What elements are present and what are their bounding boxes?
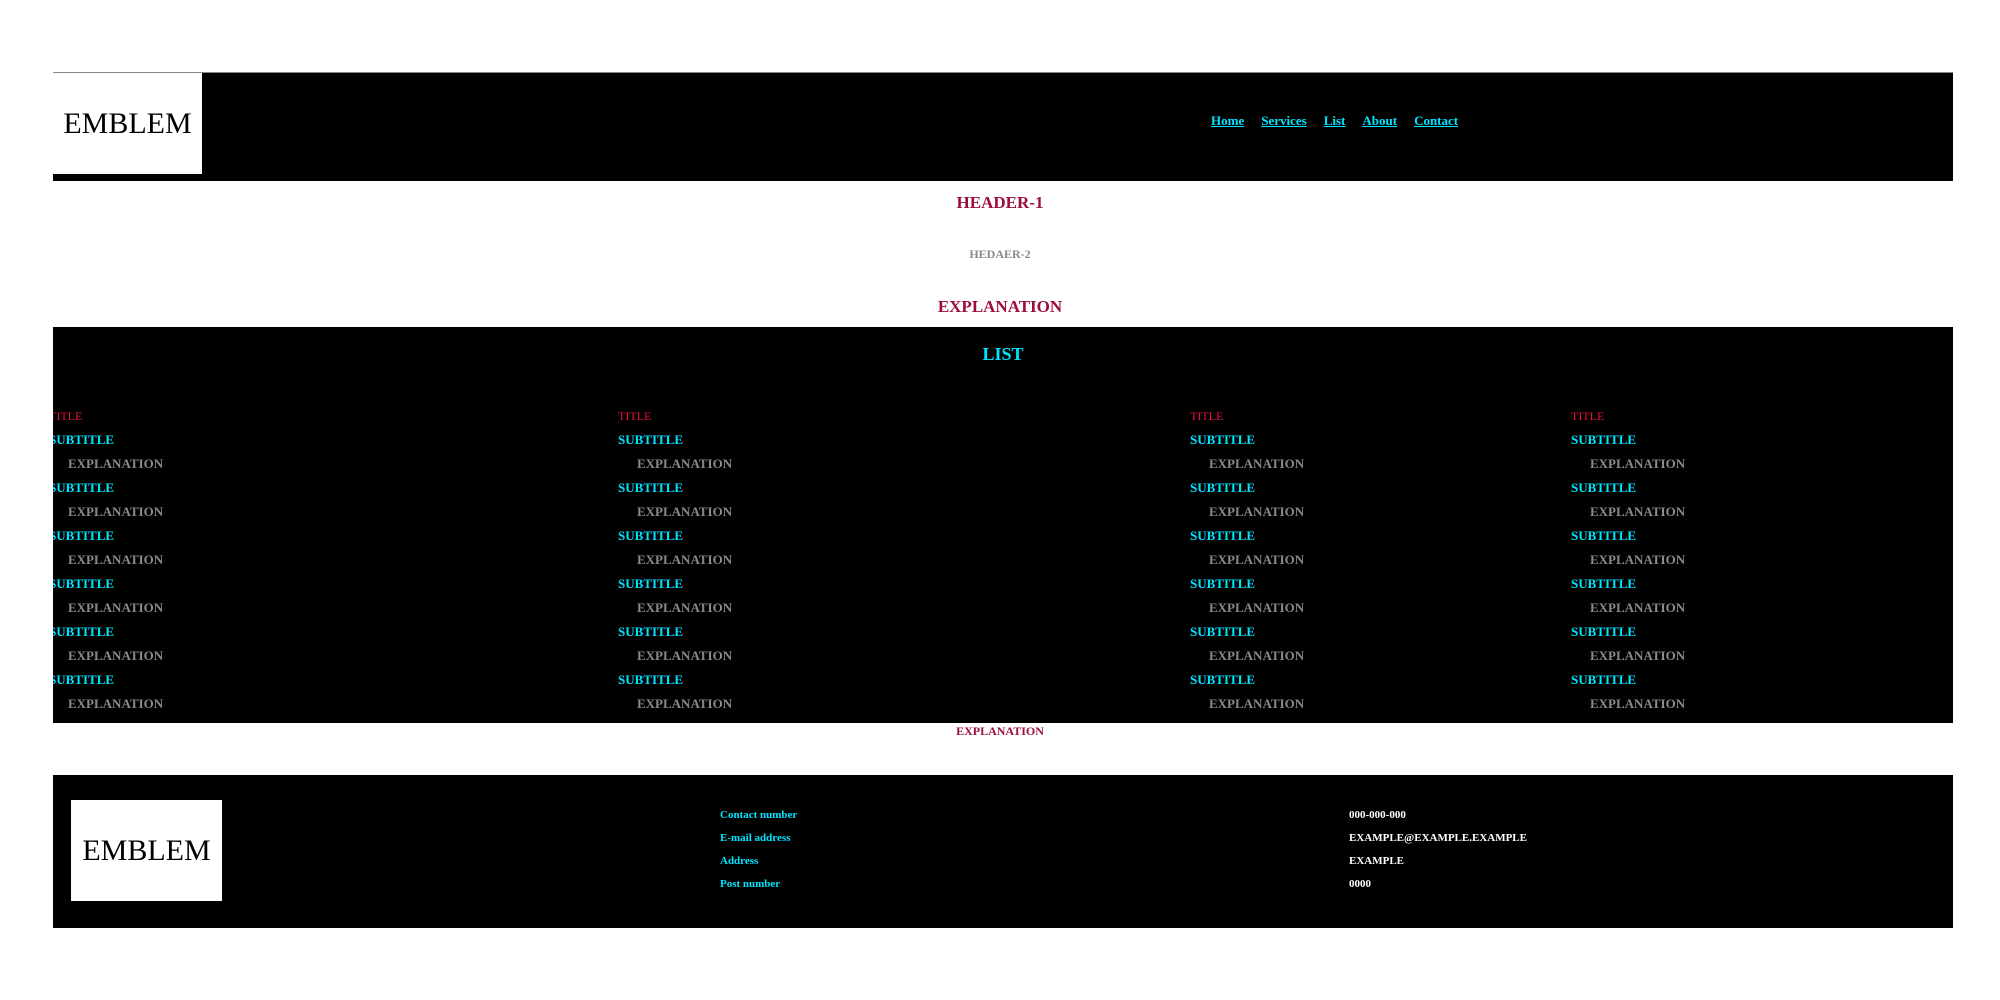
list-column-title: TITLE bbox=[1571, 409, 1605, 423]
list-column: TITLE SUBTITLE EXPLANATION SUBTITLE EXPLANAT… bbox=[618, 409, 732, 721]
list-item-explanation: EXPLANATION bbox=[68, 552, 164, 567]
list-item-subtitle: SUBTITLE bbox=[1571, 672, 1637, 687]
header-2: HEDAER-2 bbox=[969, 247, 1031, 261]
list-item-explanation: EXPLANATION bbox=[637, 456, 733, 471]
list-heading: LIST bbox=[982, 344, 1024, 364]
list-item-subtitle: SUBTITLE bbox=[618, 624, 684, 639]
list-item-subtitle: SUBTITLE bbox=[618, 432, 684, 447]
list-column-title: TITLE bbox=[1190, 409, 1224, 423]
list-item-subtitle: SUBTITLE bbox=[53, 432, 115, 447]
list-item-explanation: EXPLANATION bbox=[637, 504, 733, 519]
list-item-explanation: EXPLANATION bbox=[68, 696, 164, 711]
top-header: EMBLEM Home Services List About Contact bbox=[53, 72, 1953, 181]
list-item-explanation: EXPLANATION bbox=[637, 696, 733, 711]
list-item-explanation: EXPLANATION bbox=[1209, 696, 1305, 711]
list-item-subtitle: SUBTITLE bbox=[53, 480, 115, 495]
list-item-subtitle: SUBTITLE bbox=[618, 480, 684, 495]
footer-contact-values: 000-000-000 EXAMPLE@EXAMPLE.EXAMPLE EXAM… bbox=[1349, 809, 1527, 901]
list-item-subtitle: SUBTITLE bbox=[1190, 480, 1256, 495]
nav-link-contact[interactable]: Contact bbox=[1414, 113, 1458, 129]
list-item-subtitle: SUBTITLE bbox=[1571, 432, 1637, 447]
list-item-subtitle: SUBTITLE bbox=[1190, 528, 1256, 543]
explanation-bottom: EXPLANATION bbox=[956, 724, 1044, 738]
post-number-value: 0000 bbox=[1349, 878, 1371, 890]
contact-number-label: Contact number bbox=[720, 809, 798, 821]
list-column: TITLE SUBTITLE EXPLANATION SUBTITLE EXPLANAT… bbox=[1571, 409, 1685, 721]
list-item-explanation: EXPLANATION bbox=[1209, 456, 1305, 471]
nav-link-about[interactable]: About bbox=[1362, 113, 1397, 129]
list-item-explanation: EXPLANATION bbox=[637, 648, 733, 663]
list-item-subtitle: SUBTITLE bbox=[1190, 672, 1256, 687]
list-item-explanation: EXPLANATION bbox=[1590, 600, 1686, 615]
list-item-explanation: EXPLANATION bbox=[1209, 552, 1305, 567]
email-address-label: E-mail address bbox=[720, 832, 791, 844]
list-item-subtitle: SUBTITLE bbox=[618, 672, 684, 687]
list-item-explanation: EXPLANATION bbox=[1590, 504, 1686, 519]
footer-emblem-logo: EMBLEM bbox=[71, 800, 222, 901]
list-item-explanation: EXPLANATION bbox=[1209, 504, 1305, 519]
address-value: EXAMPLE bbox=[1349, 855, 1404, 867]
list-item-subtitle: SUBTITLE bbox=[1190, 624, 1256, 639]
list-item-subtitle: SUBTITLE bbox=[53, 528, 115, 543]
list-item-explanation: EXPLANATION bbox=[1209, 600, 1305, 615]
list-item-explanation: EXPLANATION bbox=[637, 552, 733, 567]
list-column-title: TITLE bbox=[618, 409, 652, 423]
header-emblem-logo: EMBLEM bbox=[53, 73, 202, 174]
list-item-explanation: EXPLANATION bbox=[637, 600, 733, 615]
nav-link-list[interactable]: List bbox=[1324, 113, 1346, 129]
list-column: TITLE SUBTITLE EXPLANATION SUBTITLE EXPLANAT… bbox=[1190, 409, 1304, 721]
list-section: LIST TITLE SUBTITLE EXPLANATION SUBTITLE EXP… bbox=[53, 327, 1953, 723]
main-nav: Home Services List About Contact bbox=[1211, 113, 1458, 129]
header-1: HEADER-1 bbox=[956, 193, 1044, 212]
list-item-explanation: EXPLANATION bbox=[1209, 648, 1305, 663]
footer: EMBLEM Contact number E-mail address Add… bbox=[53, 775, 1953, 928]
list-item-explanation: EXPLANATION bbox=[1590, 696, 1686, 711]
nav-link-services[interactable]: Services bbox=[1261, 113, 1306, 129]
post-number-label: Post number bbox=[720, 878, 781, 890]
list-column: TITLE SUBTITLE EXPLANATION SUBTITLE EXPLANAT… bbox=[53, 409, 163, 721]
list-item-subtitle: SUBTITLE bbox=[1190, 432, 1256, 447]
list-item-subtitle: SUBTITLE bbox=[53, 672, 115, 687]
email-address-value: EXAMPLE@EXAMPLE.EXAMPLE bbox=[1349, 832, 1527, 844]
explanation-top: EXPLANATION bbox=[937, 297, 1063, 316]
list-item-explanation: EXPLANATION bbox=[68, 648, 164, 663]
list-item-subtitle: SUBTITLE bbox=[53, 624, 115, 639]
list-item-subtitle: SUBTITLE bbox=[1571, 480, 1637, 495]
nav-link-home[interactable]: Home bbox=[1211, 113, 1244, 129]
list-item-subtitle: SUBTITLE bbox=[1571, 624, 1637, 639]
list-item-explanation: EXPLANATION bbox=[68, 504, 164, 519]
list-item-explanation: EXPLANATION bbox=[68, 600, 164, 615]
footer-contact-labels: Contact number E-mail address Address Po… bbox=[720, 809, 797, 901]
list-item-explanation: EXPLANATION bbox=[1590, 648, 1686, 663]
list-item-subtitle: SUBTITLE bbox=[1571, 576, 1637, 591]
contact-number-value: 000-000-000 bbox=[1349, 809, 1406, 821]
list-item-subtitle: SUBTITLE bbox=[1190, 576, 1256, 591]
list-item-subtitle: SUBTITLE bbox=[618, 528, 684, 543]
address-label: Address bbox=[720, 855, 759, 867]
list-item-subtitle: SUBTITLE bbox=[1571, 528, 1637, 543]
list-item-explanation: EXPLANATION bbox=[1590, 456, 1686, 471]
list-item-explanation: EXPLANATION bbox=[1590, 552, 1686, 567]
list-item-subtitle: SUBTITLE bbox=[618, 576, 684, 591]
list-item-explanation: EXPLANATION bbox=[68, 456, 164, 471]
list-item-subtitle: SUBTITLE bbox=[53, 576, 115, 591]
list-column-title: TITLE bbox=[53, 409, 83, 423]
